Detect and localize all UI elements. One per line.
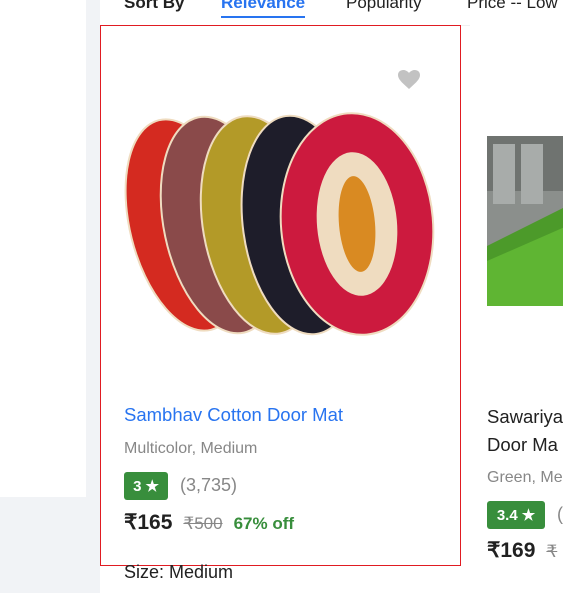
selling-price: ₹165 bbox=[124, 511, 173, 534]
star-icon: ★ bbox=[521, 507, 536, 524]
product-title-2-line2: Door Ma bbox=[487, 434, 558, 455]
rating-count: (3,735) bbox=[180, 475, 238, 495]
rating-count-2: ( bbox=[557, 504, 563, 524]
price-row: ₹165 ₹500 67% off bbox=[124, 510, 294, 535]
tab-popularity[interactable]: Popularity bbox=[346, 0, 422, 14]
product-card-2[interactable]: Sawariya Door Ma Green, Me 3.4 ★ ( ₹169 … bbox=[470, 25, 563, 593]
discount-label: 67% off bbox=[233, 514, 295, 533]
product-title-2-line1: Sawariya bbox=[487, 406, 563, 427]
product-title-2[interactable]: Sawariya Door Ma bbox=[487, 403, 563, 459]
star-icon: ★ bbox=[145, 478, 159, 495]
product-image[interactable] bbox=[121, 100, 441, 346]
rating-badge-2: 3.4 ★ bbox=[487, 501, 545, 529]
product-variant: Multicolor, Medium bbox=[124, 440, 258, 457]
original-price-2: ₹ bbox=[546, 542, 558, 561]
sort-bar: Sort By Relevance Popularity Price -- Lo… bbox=[100, 0, 563, 26]
sort-by-label: Sort By bbox=[124, 0, 185, 12]
rating-value-2: 3.4 bbox=[496, 506, 518, 524]
rating-value: 3 bbox=[133, 477, 142, 495]
product-card[interactable]: Sambhav Cotton Door Mat Multicolor, Medi… bbox=[100, 25, 461, 566]
size-label: Size: Medium bbox=[124, 562, 234, 582]
selling-price-2: ₹169 bbox=[487, 539, 536, 562]
rating-badge: 3 ★ bbox=[124, 472, 168, 500]
product-variant-2: Green, Me bbox=[487, 469, 563, 486]
product-image-2[interactable] bbox=[487, 136, 563, 306]
original-price: ₹500 bbox=[183, 514, 223, 533]
tab-relevance[interactable]: Relevance bbox=[221, 0, 306, 18]
filters-panel bbox=[0, 0, 86, 497]
product-title[interactable]: Sambhav Cotton Door Mat bbox=[124, 404, 343, 426]
tab-price-low-to-high[interactable]: Price -- Low bbox=[467, 0, 558, 14]
price-row-2: ₹169 ₹ bbox=[487, 538, 557, 563]
heart-icon[interactable] bbox=[398, 70, 420, 90]
